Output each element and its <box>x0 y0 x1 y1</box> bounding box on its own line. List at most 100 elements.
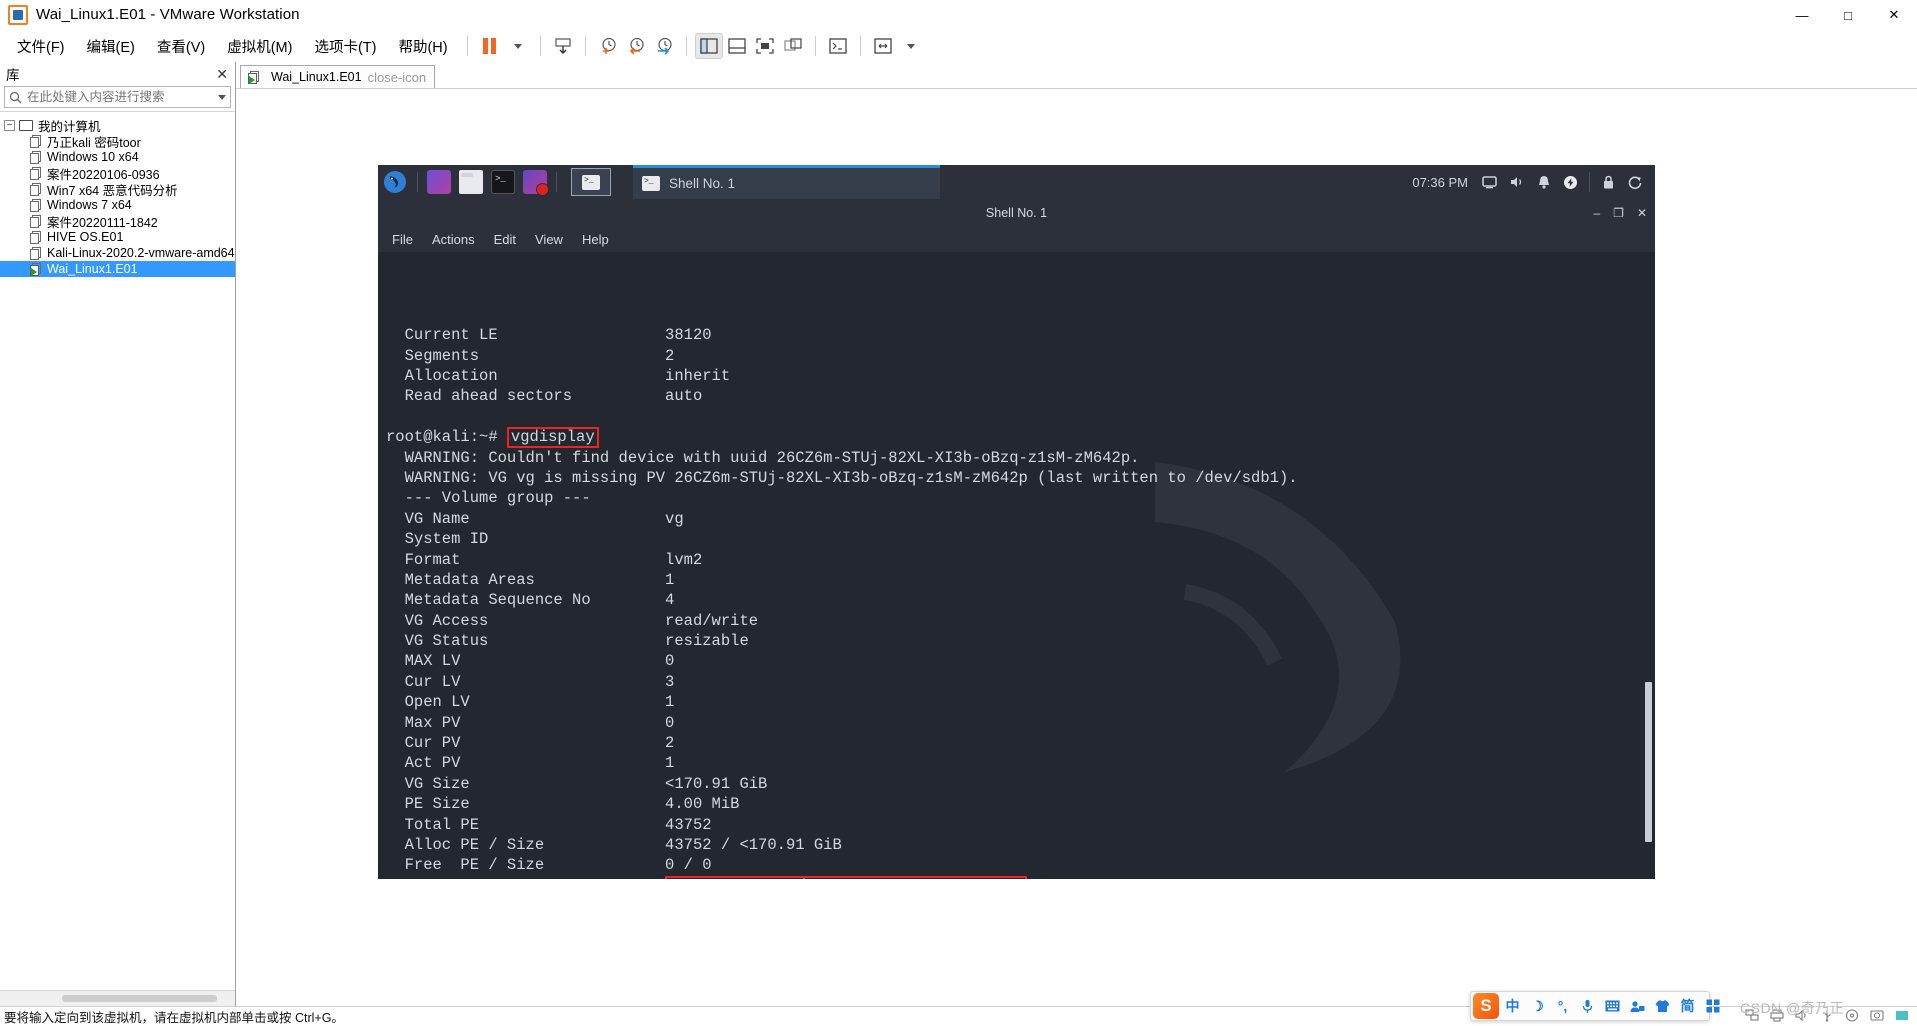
ime-moon-icon[interactable]: ☽ <box>1526 993 1549 1019</box>
launcher-terminal-purple[interactable] <box>427 170 451 194</box>
power-dropdown[interactable] <box>504 33 532 59</box>
menu-tabs[interactable]: 选项卡(T) <box>303 32 387 61</box>
terminal-title: Shell No. 1 <box>985 205 1048 220</box>
ime-soft-keyboard-icon[interactable] <box>1601 993 1624 1019</box>
window-button-shell-no-1[interactable]: Shell No. 1 <box>633 165 940 199</box>
manage-snapshots-button[interactable] <box>549 33 577 59</box>
close-button[interactable]: ✕ <box>1871 0 1917 30</box>
terminal-window[interactable]: Shell No. 1 – ❐ ✕ File Actions Edit View… <box>378 199 1655 879</box>
panel-clock[interactable]: 07:36 PM <box>1412 175 1468 190</box>
terminal-menu-help[interactable]: Help <box>582 232 609 247</box>
show-library-button[interactable] <box>694 33 723 59</box>
launcher-file-manager[interactable] <box>459 170 483 194</box>
launcher-screen-recorder[interactable] <box>523 170 549 196</box>
close-icon[interactable]: close-icon <box>368 70 427 85</box>
scrollbar-thumb[interactable] <box>62 995 217 1002</box>
menu-edit[interactable]: 编辑(E) <box>76 32 146 61</box>
harddisk-status-icon[interactable] <box>1870 1009 1884 1025</box>
terminal-menubar: File Actions Edit View Help <box>378 226 1655 252</box>
ime-simplified-icon[interactable]: 简 <box>1676 993 1699 1019</box>
console-button[interactable] <box>824 33 852 59</box>
list-item[interactable]: HIVE OS.E01 <box>0 229 235 245</box>
list-item[interactable]: 乃正kali 密码toor <box>0 133 235 150</box>
terminal-menu-file[interactable]: File <box>392 232 413 247</box>
ime-punctuation-icon[interactable]: °, <box>1551 993 1574 1019</box>
search-input[interactable] <box>25 89 214 105</box>
terminal-line: VG Size <170.91 GiB <box>386 774 768 793</box>
cdrom-status-icon[interactable] <box>1845 1009 1859 1025</box>
logout-button[interactable] <box>1622 165 1649 199</box>
terminal-maximize-button[interactable]: ❐ <box>1613 206 1624 220</box>
menu-vm[interactable]: 虚拟机(M) <box>216 32 303 61</box>
library-horizontal-scrollbar[interactable] <box>0 990 235 1006</box>
maximize-button[interactable]: □ <box>1825 0 1871 30</box>
terminal-prompt: root@kali:~# <box>386 428 507 447</box>
main-area: 库 ✕ − 我的计算机 乃正kali 密码toor <box>0 62 1917 1006</box>
kali-dragon-icon[interactable] <box>378 165 412 199</box>
list-item[interactable]: Kali-Linux-2020.2-vmware-amd64.vmx <box>0 245 235 261</box>
terminal-menu-view[interactable]: View <box>535 232 563 247</box>
lock-screen-button[interactable] <box>1595 165 1622 199</box>
ime-mode-chinese[interactable]: 中 <box>1501 993 1524 1019</box>
stretch-dropdown[interactable] <box>897 33 925 59</box>
chevron-down-icon-2 <box>906 43 915 49</box>
terminal-close-button[interactable]: ✕ <box>1637 206 1647 220</box>
volume-tray-icon[interactable] <box>1503 165 1530 199</box>
ime-toolbar[interactable]: S 中 ☽ °, 简 <box>1470 991 1719 1021</box>
chevron-down-icon-search[interactable] <box>214 94 230 100</box>
minimize-button[interactable]: — <box>1779 0 1825 30</box>
list-item-label: Wai_Linux1.E01 <box>47 262 138 276</box>
show-desktop-button[interactable] <box>571 168 611 196</box>
terminal-line: Allocation inherit <box>386 367 731 385</box>
take-snapshot-button[interactable] <box>594 33 622 59</box>
terminal-line: MAX LV 0 <box>386 652 675 671</box>
ime-skin-icon[interactable] <box>1651 993 1674 1019</box>
guest-desktop[interactable]: Shell No. 1 07:36 PM <box>378 165 1655 879</box>
fullscreen-button[interactable] <box>751 33 779 59</box>
terminal-menu-edit[interactable]: Edit <box>494 232 516 247</box>
scrollbar-thumb[interactable] <box>1645 682 1652 842</box>
search-icon <box>5 91 25 104</box>
power-tray-icon[interactable] <box>1557 165 1584 199</box>
tab-wai-linux1[interactable]: Wai_Linux1.E01 close-icon <box>240 65 436 88</box>
close-icon[interactable]: ✕ <box>216 66 228 83</box>
ime-voice-input-icon[interactable] <box>1576 993 1599 1019</box>
terminal-small-icon <box>642 176 660 191</box>
stretch-button[interactable] <box>869 33 897 59</box>
launcher-terminal[interactable] <box>491 170 515 194</box>
terminal-line: root@kali:~# vgdisplay <box>386 427 1655 449</box>
terminal-scrollbar[interactable] <box>1644 252 1653 879</box>
list-item[interactable]: Win7 x64 恶意代码分析 <box>0 181 235 198</box>
toolbar-divider-4 <box>685 36 687 56</box>
terminal-output[interactable]: Current LE 38120 Segments 2 Allocation i… <box>378 252 1655 879</box>
notifications-tray-icon[interactable] <box>1530 165 1557 199</box>
expander-icon[interactable]: − <box>4 119 15 131</box>
menu-view[interactable]: 查看(V) <box>146 32 216 61</box>
terminal-line: WARNING: Couldn't find device with uuid … <box>386 448 1140 467</box>
list-item-selected[interactable]: Wai_Linux1.E01 <box>0 261 235 277</box>
panel-left-icon <box>699 38 718 54</box>
terminal-line: Act PV 1 <box>386 754 675 773</box>
terminal-line: Read ahead sectors auto <box>386 387 703 406</box>
vm-stage[interactable]: Shell No. 1 07:36 PM <box>236 88 1917 1006</box>
unity-mode-button[interactable] <box>779 33 807 59</box>
terminal-minimize-button[interactable]: – <box>1593 206 1600 220</box>
menu-file[interactable]: 文件(F) <box>6 32 76 61</box>
ime-user-icon[interactable] <box>1626 993 1649 1019</box>
library-search[interactable] <box>4 86 231 108</box>
revert-snapshot-button[interactable] <box>622 33 650 59</box>
suspend-button[interactable] <box>476 33 504 59</box>
ime-toolbox-icon[interactable] <box>1701 993 1724 1019</box>
window-title: Wai_Linux1.E01 - VMware Workstation <box>36 6 300 23</box>
sogou-logo-icon[interactable]: S <box>1473 993 1499 1019</box>
list-item[interactable]: 案件20220111-1842 <box>0 213 235 230</box>
toolbar-divider <box>466 36 468 56</box>
menu-help[interactable]: 帮助(H) <box>387 32 458 61</box>
snapshot-manager-button[interactable] <box>650 33 678 59</box>
display-status-icon[interactable] <box>1895 1009 1909 1025</box>
content-area: Wai_Linux1.E01 close-icon >_ >_ >_ Shell… <box>236 62 1917 1006</box>
show-thumbnail-bar-button[interactable] <box>723 33 751 59</box>
toolbar-divider-3 <box>584 36 586 56</box>
display-tray-icon[interactable] <box>1476 165 1503 199</box>
terminal-menu-actions[interactable]: Actions <box>432 232 475 247</box>
